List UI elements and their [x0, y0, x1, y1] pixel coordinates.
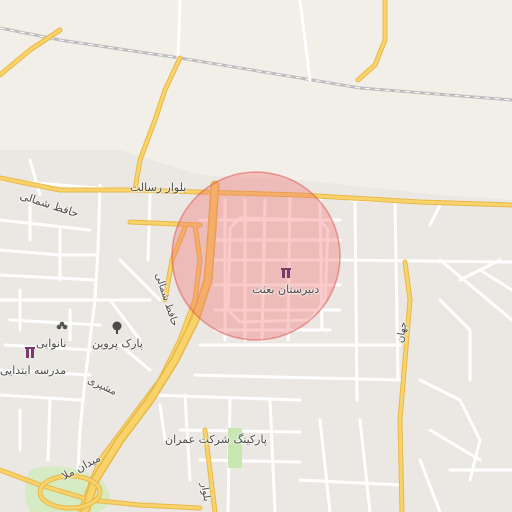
- poi-label-parking[interactable]: پارکینگ شرکت عمران: [165, 434, 267, 445]
- park-icon[interactable]: [110, 320, 124, 334]
- street-label-resalat: بلوار رسالت: [130, 181, 187, 194]
- poi-label-bakery[interactable]: نانوایی: [36, 338, 66, 349]
- map-view[interactable]: بلوار رسالت حافظ شمالی حافظ شمالی مشیری …: [0, 0, 512, 512]
- poi-label-school-highlight[interactable]: دبیرستان بعثت: [252, 284, 319, 295]
- school-icon[interactable]: [280, 267, 292, 279]
- school-icon[interactable]: [24, 346, 36, 360]
- poi-label-park-parvin[interactable]: پارک پروین: [92, 338, 143, 349]
- highlight-area: [171, 171, 341, 341]
- poi-label-elementary-school[interactable]: مدرسه ابتدایی: [0, 365, 66, 376]
- street-label-south: بلوار: [198, 481, 213, 503]
- bakery-icon[interactable]: [56, 320, 68, 332]
